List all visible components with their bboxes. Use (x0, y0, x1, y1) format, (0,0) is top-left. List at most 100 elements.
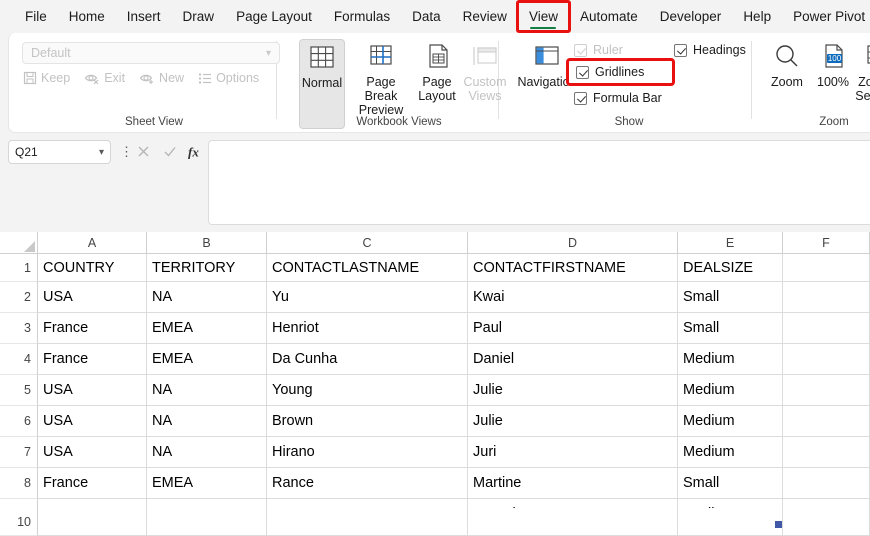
cell-C6[interactable]: Brown (267, 406, 468, 437)
cell-B10[interactable] (147, 508, 267, 536)
cancel-x-icon[interactable] (133, 141, 154, 162)
column-header-A[interactable]: A (38, 232, 147, 254)
cell-B8[interactable]: EMEA (147, 468, 267, 499)
row-header-3[interactable]: 3 (0, 313, 38, 344)
navigation-button[interactable]: Navigation (517, 39, 577, 89)
ribbon-tab-home[interactable]: Home (58, 2, 116, 31)
workbook-view-page-break-preview[interactable]: Page Break Preview (350, 39, 412, 117)
cell-A5[interactable]: USA (38, 375, 147, 406)
cell-C5[interactable]: Young (267, 375, 468, 406)
checkbox-gridlines-box[interactable] (576, 65, 589, 79)
cell-A8[interactable]: France (38, 468, 147, 499)
cell-D1[interactable]: CONTACTFIRSTNAME (468, 254, 678, 282)
ribbon-tab-insert[interactable]: Insert (116, 2, 172, 31)
fill-handle[interactable] (775, 521, 782, 528)
cell-F6[interactable] (783, 406, 870, 437)
enter-check-icon[interactable] (159, 141, 180, 162)
ribbon-tab-power-pivot[interactable]: Power Pivot (782, 2, 870, 31)
cell-E4[interactable]: Medium (678, 344, 783, 375)
more-options-dots-icon[interactable]: ⋮ (120, 145, 133, 158)
cell-C2[interactable]: Yu (267, 282, 468, 313)
cell-E2[interactable]: Small (678, 282, 783, 313)
cell-A10[interactable] (38, 508, 147, 536)
cell-E8[interactable]: Small (678, 468, 783, 499)
cell-E5[interactable]: Medium (678, 375, 783, 406)
cell-C4[interactable]: Da Cunha (267, 344, 468, 375)
checkbox-headings-box[interactable] (674, 43, 687, 57)
formula-input[interactable] (208, 140, 870, 225)
zoom-100-button[interactable]: 100 100% (811, 39, 855, 89)
cell-D5[interactable]: Julie (468, 375, 678, 406)
cell-D6[interactable]: Julie (468, 406, 678, 437)
cell-B6[interactable]: NA (147, 406, 267, 437)
cell-D8[interactable]: Martine (468, 468, 678, 499)
cell-D7[interactable]: Juri (468, 437, 678, 468)
row-header-1[interactable]: 1 (0, 254, 38, 282)
workbook-view-page-layout[interactable]: Page Layout (414, 39, 460, 103)
row-header-8[interactable]: 8 (0, 468, 38, 499)
cell-B2[interactable]: NA (147, 282, 267, 313)
row-header-5[interactable]: 5 (0, 375, 38, 406)
cell-E1[interactable]: DEALSIZE (678, 254, 783, 282)
cell-C8[interactable]: Rance (267, 468, 468, 499)
cell-A6[interactable]: USA (38, 406, 147, 437)
checkbox-formula-bar[interactable]: Formula Bar (574, 91, 662, 105)
row-header-6[interactable]: 6 (0, 406, 38, 437)
column-header-F[interactable]: F (783, 232, 870, 254)
cell-D3[interactable]: Paul (468, 313, 678, 344)
cell-C3[interactable]: Henriot (267, 313, 468, 344)
zoom-to-selection-button[interactable]: Zoom to Selection (855, 39, 870, 103)
cell-F1[interactable] (783, 254, 870, 282)
column-header-C[interactable]: C (267, 232, 468, 254)
cell-F3[interactable] (783, 313, 870, 344)
cell-B7[interactable]: NA (147, 437, 267, 468)
ribbon-tab-data[interactable]: Data (401, 2, 452, 31)
zoom-button[interactable]: Zoom (765, 39, 809, 89)
cell-D4[interactable]: Daniel (468, 344, 678, 375)
cell-C1[interactable]: CONTACTLASTNAME (267, 254, 468, 282)
cell-B4[interactable]: EMEA (147, 344, 267, 375)
checkbox-gridlines[interactable]: Gridlines (565, 58, 676, 86)
cell-B1[interactable]: TERRITORY (147, 254, 267, 282)
ribbon-tab-help[interactable]: Help (732, 2, 782, 31)
cell-B5[interactable]: NA (147, 375, 267, 406)
row-header-4[interactable]: 4 (0, 344, 38, 375)
fx-icon[interactable]: fx (185, 141, 206, 162)
column-header-B[interactable]: B (147, 232, 267, 254)
cell-E3[interactable]: Small (678, 313, 783, 344)
cell-C10[interactable] (267, 508, 468, 536)
cell-A2[interactable]: USA (38, 282, 147, 313)
cell-F4[interactable] (783, 344, 870, 375)
column-header-D[interactable]: D (468, 232, 678, 254)
cell-A7[interactable]: USA (38, 437, 147, 468)
ribbon-tab-file[interactable]: File (14, 2, 58, 31)
cell-E7[interactable]: Medium (678, 437, 783, 468)
cell-F2[interactable] (783, 282, 870, 313)
cell-F7[interactable] (783, 437, 870, 468)
sheet-view-combo[interactable]: Default ▾ (22, 42, 280, 64)
cell-A3[interactable]: France (38, 313, 147, 344)
row-header-2[interactable]: 2 (0, 282, 38, 313)
cell-F10[interactable] (783, 508, 870, 536)
ribbon-tab-developer[interactable]: Developer (649, 2, 733, 31)
ribbon-tab-draw[interactable]: Draw (172, 2, 226, 31)
row-header-10[interactable]: 10 (0, 508, 38, 536)
ribbon-tab-view[interactable]: View (515, 0, 571, 33)
cell-B3[interactable]: EMEA (147, 313, 267, 344)
cell-D10[interactable] (468, 508, 678, 536)
cell-C7[interactable]: Hirano (267, 437, 468, 468)
cell-F5[interactable] (783, 375, 870, 406)
chevron-down-icon[interactable]: ▾ (99, 147, 104, 158)
row-header-7[interactable]: 7 (0, 437, 38, 468)
ribbon-tab-automate[interactable]: Automate (569, 2, 649, 31)
column-header-E[interactable]: E (678, 232, 783, 254)
name-box[interactable]: Q21 ▾ (8, 140, 111, 164)
cell-D2[interactable]: Kwai (468, 282, 678, 313)
cell-E6[interactable]: Medium (678, 406, 783, 437)
cell-F8[interactable] (783, 468, 870, 499)
ribbon-tab-review[interactable]: Review (452, 2, 518, 31)
ribbon-tab-page-layout[interactable]: Page Layout (225, 2, 323, 31)
cell-A4[interactable]: France (38, 344, 147, 375)
checkbox-formula-bar-box[interactable] (574, 91, 587, 105)
cell-E10[interactable] (678, 508, 783, 536)
